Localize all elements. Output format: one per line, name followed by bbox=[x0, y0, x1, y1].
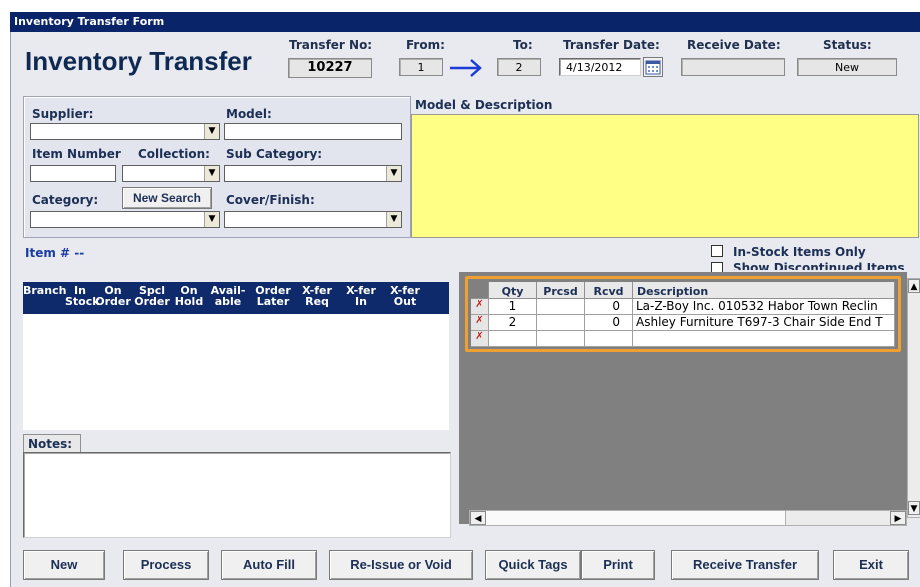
model-description-panel bbox=[411, 114, 919, 238]
transfer-date-label: Transfer Date: bbox=[563, 38, 660, 52]
print-button[interactable]: Print bbox=[581, 550, 655, 580]
col-xfer-req: X-fer Req bbox=[302, 284, 332, 308]
chevron-down-icon: ▼ bbox=[204, 212, 219, 227]
item-label: Item # bbox=[25, 246, 71, 260]
item-number-display: Item # -- bbox=[25, 246, 84, 260]
transfer-no-label: Transfer No: bbox=[289, 38, 373, 52]
notes-label: Notes: bbox=[28, 437, 73, 451]
search-panel: Supplier: ▼ Model: Item Number Collectio… bbox=[23, 96, 411, 238]
model-description-label: Model & Description bbox=[415, 98, 553, 112]
chevron-down-icon: ▼ bbox=[386, 212, 401, 227]
supplier-select[interactable]: ▼ bbox=[30, 123, 220, 140]
supplier-label: Supplier: bbox=[32, 107, 94, 121]
status-label: Status: bbox=[823, 38, 872, 52]
from-field[interactable]: 1 bbox=[399, 58, 443, 76]
receive-date-field bbox=[681, 58, 785, 76]
item-number-input[interactable] bbox=[30, 165, 116, 182]
stock-table-header: Branch In Stock On Order Spcl Order On Hold … bbox=[23, 282, 449, 314]
col-branch: Branch bbox=[23, 284, 67, 297]
transfer-date-field[interactable]: 4/13/2012 bbox=[559, 58, 641, 76]
scroll-up-icon[interactable]: ▲ bbox=[908, 279, 920, 293]
window-titlebar: Inventory Transfer Form bbox=[10, 12, 920, 32]
to-label: To: bbox=[513, 38, 533, 52]
quick-tags-button[interactable]: Quick Tags bbox=[485, 550, 581, 580]
new-button[interactable]: New bbox=[23, 550, 105, 580]
calendar-icon[interactable] bbox=[643, 57, 663, 77]
stock-table-body[interactable] bbox=[23, 314, 449, 430]
in-stock-only-label: In-Stock Items Only bbox=[733, 245, 866, 259]
col-on-order: On Order bbox=[95, 284, 131, 308]
process-button[interactable]: Process bbox=[123, 550, 209, 580]
col-xfer-in: X-fer In bbox=[346, 284, 376, 308]
show-discontinued-label: Show Discontinued Items bbox=[733, 261, 905, 270]
scroll-down-icon[interactable]: ▼ bbox=[908, 501, 920, 515]
highlight-box bbox=[465, 276, 901, 352]
chevron-down-icon: ▼ bbox=[386, 166, 401, 181]
model-input[interactable] bbox=[224, 123, 402, 140]
category-label: Category: bbox=[32, 193, 99, 207]
col-available: Avail-able bbox=[210, 284, 246, 308]
receive-transfer-button[interactable]: Receive Transfer bbox=[671, 550, 819, 580]
reissue-void-button[interactable]: Re-Issue or Void bbox=[329, 550, 473, 580]
window-title: Inventory Transfer Form bbox=[14, 15, 165, 28]
notes-textarea[interactable] bbox=[23, 452, 451, 538]
from-label: From: bbox=[406, 38, 445, 52]
show-discontinued-label-clip: Show Discontinued Items bbox=[733, 260, 907, 270]
col-on-hold: On Hold bbox=[174, 284, 204, 308]
form-body: Inventory Transfer Transfer No: 10227 Fr… bbox=[10, 32, 920, 587]
cover-finish-select[interactable]: ▼ bbox=[224, 211, 402, 228]
model-label: Model: bbox=[226, 107, 272, 121]
receive-date-label: Receive Date: bbox=[687, 38, 781, 52]
vertical-scrollbar[interactable]: ▲ ▼ bbox=[907, 278, 920, 518]
horizontal-scrollbar[interactable]: ◀ ▶ bbox=[469, 510, 907, 526]
transfer-no-field: 10227 bbox=[288, 58, 372, 78]
right-arrow-icon bbox=[447, 56, 485, 78]
new-search-button[interactable]: New Search bbox=[122, 187, 212, 209]
col-xfer-out: X-fer Out bbox=[390, 284, 420, 308]
col-order-later: Order Later bbox=[255, 284, 291, 308]
collection-label: Collection: bbox=[138, 147, 210, 161]
chevron-down-icon: ▼ bbox=[204, 166, 219, 181]
scroll-thumb[interactable] bbox=[486, 511, 786, 525]
col-in-stock: In Stock bbox=[65, 284, 100, 308]
transfer-grid: Qty Prcsd Rcvd Description ✗ 1 0 La-Z-Bo… bbox=[459, 272, 907, 526]
item-value: -- bbox=[74, 246, 85, 260]
chevron-down-icon: ▼ bbox=[204, 124, 219, 139]
col-spcl-order: Spcl Order bbox=[134, 284, 170, 308]
cover-finish-label: Cover/Finish: bbox=[226, 193, 315, 207]
category-select[interactable]: ▼ bbox=[30, 211, 220, 228]
sub-category-label: Sub Category: bbox=[226, 147, 323, 161]
auto-fill-button[interactable]: Auto Fill bbox=[221, 550, 317, 580]
collection-select[interactable]: ▼ bbox=[122, 165, 220, 182]
scroll-right-icon[interactable]: ▶ bbox=[890, 511, 906, 525]
to-field[interactable]: 2 bbox=[497, 58, 541, 76]
notes-tab[interactable]: Notes: bbox=[23, 434, 81, 452]
page-title: Inventory Transfer bbox=[25, 46, 252, 76]
scroll-left-icon[interactable]: ◀ bbox=[470, 511, 486, 525]
status-field: New bbox=[797, 58, 897, 76]
exit-button[interactable]: Exit bbox=[833, 550, 909, 580]
item-number-label: Item Number bbox=[32, 147, 121, 161]
in-stock-only-checkbox[interactable] bbox=[711, 245, 723, 257]
sub-category-select[interactable]: ▼ bbox=[224, 165, 402, 182]
